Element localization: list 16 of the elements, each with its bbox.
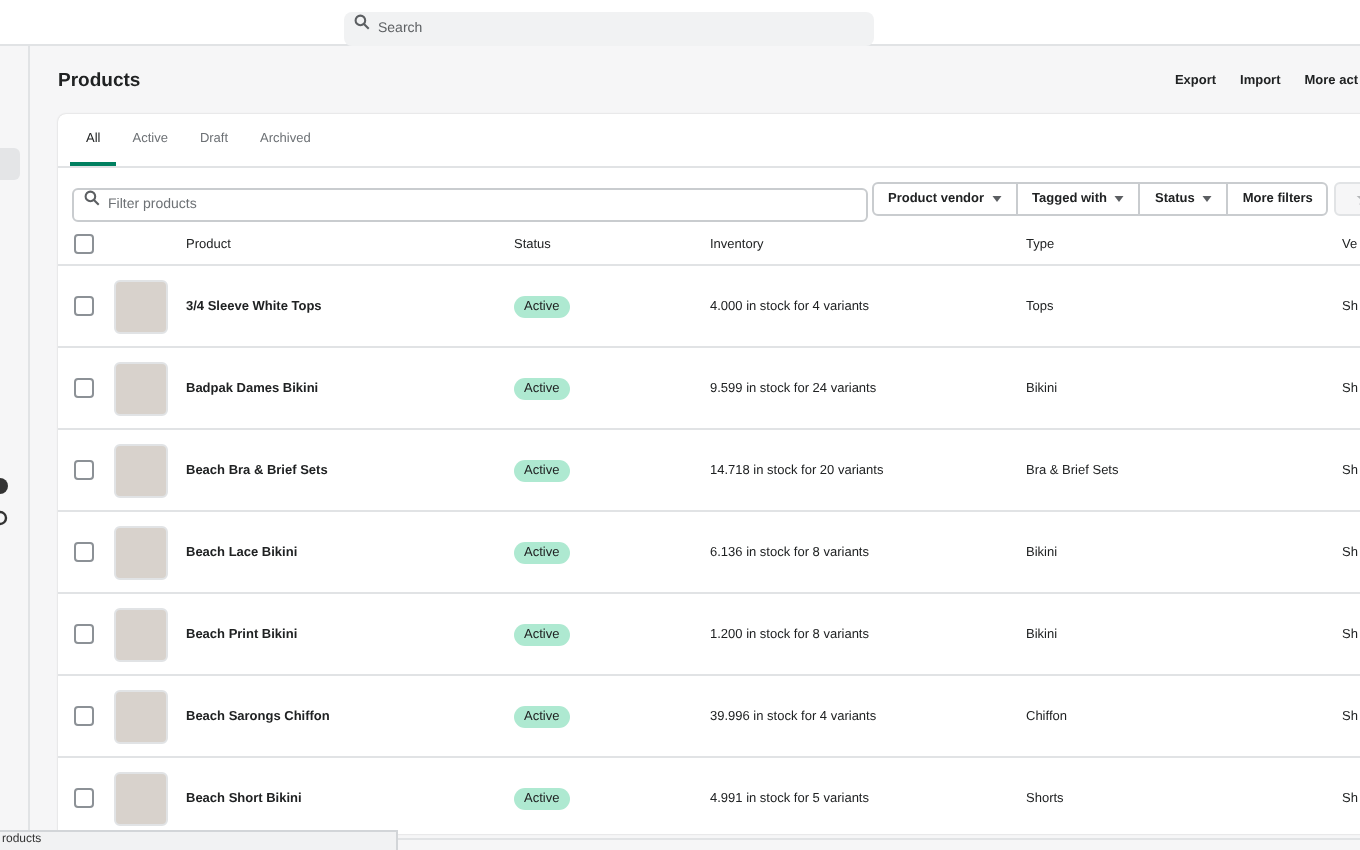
photo-placeholder bbox=[114, 279, 168, 333]
row-checkbox[interactable] bbox=[74, 296, 94, 316]
page-title: Products bbox=[58, 69, 141, 91]
row-checkbox[interactable] bbox=[74, 624, 94, 644]
photo-placeholder bbox=[114, 443, 168, 497]
row-checkbox[interactable] bbox=[74, 460, 94, 480]
row-checkbox[interactable] bbox=[74, 706, 94, 726]
row-checkbox[interactable] bbox=[74, 378, 94, 398]
photo-placeholder bbox=[114, 771, 168, 825]
select-all-checkbox[interactable] bbox=[74, 234, 94, 254]
photo-placeholder bbox=[114, 607, 168, 661]
photo-placeholder bbox=[114, 361, 168, 415]
row-checkbox[interactable] bbox=[74, 542, 94, 562]
photo-placeholder bbox=[114, 525, 168, 579]
photo-placeholder bbox=[114, 689, 168, 743]
row-checkbox[interactable] bbox=[74, 788, 94, 808]
